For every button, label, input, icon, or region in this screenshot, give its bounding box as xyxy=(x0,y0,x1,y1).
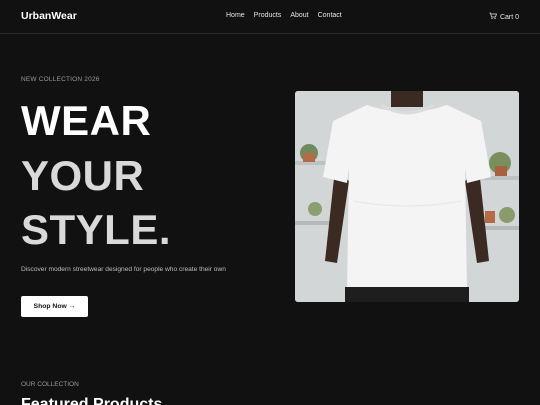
hero-product-image xyxy=(295,91,519,302)
nav-link-about[interactable]: About xyxy=(290,12,308,19)
cart-label: Cart 0 xyxy=(499,13,519,21)
hero-subtitle: Discover modern streetwear designed for … xyxy=(21,266,226,273)
hero-headline-line-2: YOUR xyxy=(21,152,145,199)
shopping-cart-icon xyxy=(489,12,497,22)
nav-link-home[interactable]: Home xyxy=(226,12,245,19)
nav-links: Home Products About Contact xyxy=(226,12,351,19)
top-navbar: UrbanWear Home Products About Contact Ca… xyxy=(0,0,540,34)
hero-eyebrow: NEW COLLECTION 2026 xyxy=(21,76,100,83)
tshirt-model-illustration xyxy=(295,91,519,302)
collection-title: Featured Products xyxy=(21,396,163,405)
brand-logo[interactable]: UrbanWear xyxy=(21,10,77,22)
nav-link-products[interactable]: Products xyxy=(254,12,282,19)
hero-headline-line-3: STYLE. xyxy=(21,206,172,253)
collection-eyebrow: OUR COLLECTION xyxy=(21,381,79,388)
shop-now-button[interactable]: Shop Now → xyxy=(21,296,88,317)
hero-headline-line-1: WEAR xyxy=(21,97,152,144)
cart-button[interactable]: Cart 0 xyxy=(489,12,519,22)
nav-link-contact[interactable]: Contact xyxy=(318,12,342,19)
